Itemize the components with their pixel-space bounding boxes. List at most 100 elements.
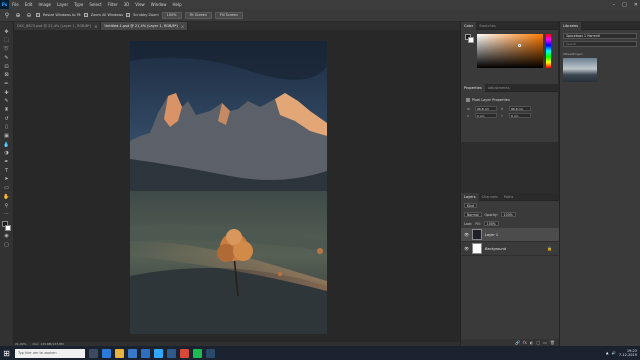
tab-dsc8873[interactable]: DSC_8873.psd @ 22,4% (Layer 1, RGB/8*) × [14, 22, 102, 30]
layer-name[interactable]: Layer 1 [485, 233, 498, 237]
eyedropper-tool-icon[interactable]: ✏ [2, 80, 11, 88]
photoshop-icon[interactable] [154, 348, 163, 358]
tab-adjustments[interactable]: Adjustments [485, 84, 513, 92]
pen-tool-icon[interactable]: ✒ [2, 158, 11, 166]
minimize-icon[interactable]: – [613, 2, 616, 8]
clock[interactable]: 19:23 7-12-2019 [619, 349, 637, 358]
tab-layers[interactable]: Layers [461, 192, 479, 201]
close-icon[interactable]: ✕ [634, 2, 638, 8]
zoom-100-button[interactable]: 100% [161, 11, 182, 19]
menu-edit[interactable]: Edit [22, 2, 36, 7]
zoom-tool-icon[interactable]: ⚲ [2, 202, 11, 210]
store-icon[interactable] [128, 348, 137, 358]
file-explorer-icon[interactable] [115, 348, 124, 358]
background-color-swatch[interactable] [468, 37, 474, 43]
opacity-field[interactable]: 100% [500, 212, 516, 217]
edge-icon[interactable] [102, 348, 111, 358]
task-view-icon[interactable] [89, 348, 98, 358]
layer-name[interactable]: Background [485, 247, 506, 251]
hand-tool-icon[interactable]: ✋ [2, 193, 11, 201]
eye-icon[interactable]: 👁 [464, 232, 469, 237]
menu-help[interactable]: Help [169, 2, 184, 7]
tab-swatches[interactable]: Swatches [476, 22, 499, 30]
spotify-icon[interactable] [193, 348, 202, 358]
background-color-swatch[interactable] [5, 224, 11, 231]
blend-mode-select[interactable]: Normal [464, 212, 482, 217]
width-field[interactable]: 96,8 cm [475, 106, 497, 111]
eraser-tool-icon[interactable]: ▯ [2, 124, 11, 132]
zoom-tool-icon[interactable]: ⚲ [3, 11, 11, 19]
tab-untitled-1[interactable]: Untitled-1.psd @ 21,4% (Layer 1, RGB/8*)… [101, 22, 189, 30]
link-layers-icon[interactable]: 🔗 [515, 340, 520, 345]
trash-icon[interactable]: 🗑 [550, 340, 555, 345]
windows-start-icon[interactable]: ⊞ [2, 349, 11, 358]
tab-libraries[interactable]: Libraries [560, 21, 582, 30]
fill-screen-button[interactable]: Fill Screen [214, 11, 243, 19]
marquee-tool-icon[interactable]: ⬚ [2, 37, 11, 45]
network-icon[interactable]: ▲ [606, 351, 609, 355]
tab-color[interactable]: Color [461, 21, 477, 30]
chrome-icon[interactable] [180, 348, 189, 358]
taskbar-search-input[interactable]: Typ hier om te zoeken [15, 348, 85, 358]
quick-mask-icon[interactable]: ◉ [2, 232, 11, 240]
fill-field[interactable]: 100% [483, 221, 499, 226]
history-brush-tool-icon[interactable]: ↺ [2, 115, 11, 123]
x-field[interactable]: 0 cm [475, 113, 497, 118]
path-selection-tool-icon[interactable]: ➤ [2, 176, 11, 184]
eye-icon[interactable]: 👁 [464, 246, 469, 251]
color-picker-cursor[interactable] [518, 44, 521, 47]
layer-filter-select[interactable]: Kind [464, 203, 478, 208]
crop-tool-icon[interactable]: ⊡ [2, 63, 11, 71]
lasso-tool-icon[interactable]: ➰ [2, 45, 11, 53]
resize-windows-checkbox[interactable] [36, 13, 40, 17]
library-image-thumbnail[interactable] [563, 58, 597, 82]
mail-icon[interactable] [141, 348, 150, 358]
clone-stamp-tool-icon[interactable]: ♜ [2, 106, 11, 114]
zoom-out-icon[interactable]: ⊖ [25, 11, 33, 19]
menu-file[interactable]: File [9, 2, 22, 7]
fx-icon[interactable]: fx [523, 340, 527, 345]
type-tool-icon[interactable]: T [2, 167, 11, 175]
new-layer-icon[interactable]: ▭ [543, 340, 547, 345]
menu-window[interactable]: Window [148, 2, 170, 7]
blur-tool-icon[interactable]: 💧 [2, 141, 11, 149]
healing-brush-tool-icon[interactable]: ✚ [2, 89, 11, 97]
fit-screen-button[interactable]: Fit Screen [184, 11, 212, 19]
frame-tool-icon[interactable]: ⊠ [2, 71, 11, 79]
quick-select-tool-icon[interactable]: ✎ [2, 54, 11, 62]
height-field[interactable]: 96,8 cm [509, 106, 531, 111]
maximize-icon[interactable]: □ [622, 2, 627, 8]
lightroom-icon[interactable] [167, 348, 176, 358]
color-swatches[interactable] [1, 221, 12, 231]
close-icon[interactable]: × [181, 24, 184, 29]
screen-mode-icon[interactable]: ▢ [2, 241, 11, 249]
menu-type[interactable]: Type [71, 2, 86, 7]
menu-image[interactable]: Image [35, 2, 54, 7]
layer-row-background[interactable]: 👁 Background 🔒 [461, 242, 559, 256]
menu-layer[interactable]: Layer [54, 2, 71, 7]
dodge-tool-icon[interactable]: ◑ [2, 150, 11, 158]
library-search-input[interactable]: Search [563, 41, 637, 47]
more-tools-icon[interactable]: ⋯ [2, 210, 11, 218]
document-canvas[interactable] [130, 41, 327, 334]
move-tool-icon[interactable]: ✥ [2, 28, 11, 36]
tab-paths[interactable]: Paths [501, 193, 517, 201]
tab-properties[interactable]: Properties [461, 83, 485, 92]
steam-icon[interactable] [206, 348, 215, 358]
y-field[interactable]: 0 cm [509, 113, 531, 118]
tab-channels[interactable]: Channels [479, 193, 501, 201]
library-select[interactable]: Spaceboss 1 Harrenti [563, 33, 637, 39]
canvas-area[interactable] [14, 30, 460, 342]
hue-slider[interactable] [546, 34, 551, 68]
layer-row-layer-1[interactable]: 👁 Layer 1 [461, 228, 559, 242]
color-picker-field[interactable] [477, 34, 543, 68]
zoom-all-windows-checkbox[interactable] [83, 13, 88, 17]
menu-view[interactable]: View [132, 2, 148, 7]
gradient-tool-icon[interactable]: ▣ [2, 132, 11, 140]
volume-icon[interactable]: 🔊 [612, 351, 616, 355]
adjustment-layer-icon[interactable]: ◐ [530, 340, 534, 345]
rectangle-tool-icon[interactable]: ▭ [2, 184, 11, 192]
zoom-in-icon[interactable]: ⊕ [14, 11, 22, 19]
menu-3d[interactable]: 3D [121, 2, 133, 7]
menu-filter[interactable]: Filter [105, 2, 121, 7]
